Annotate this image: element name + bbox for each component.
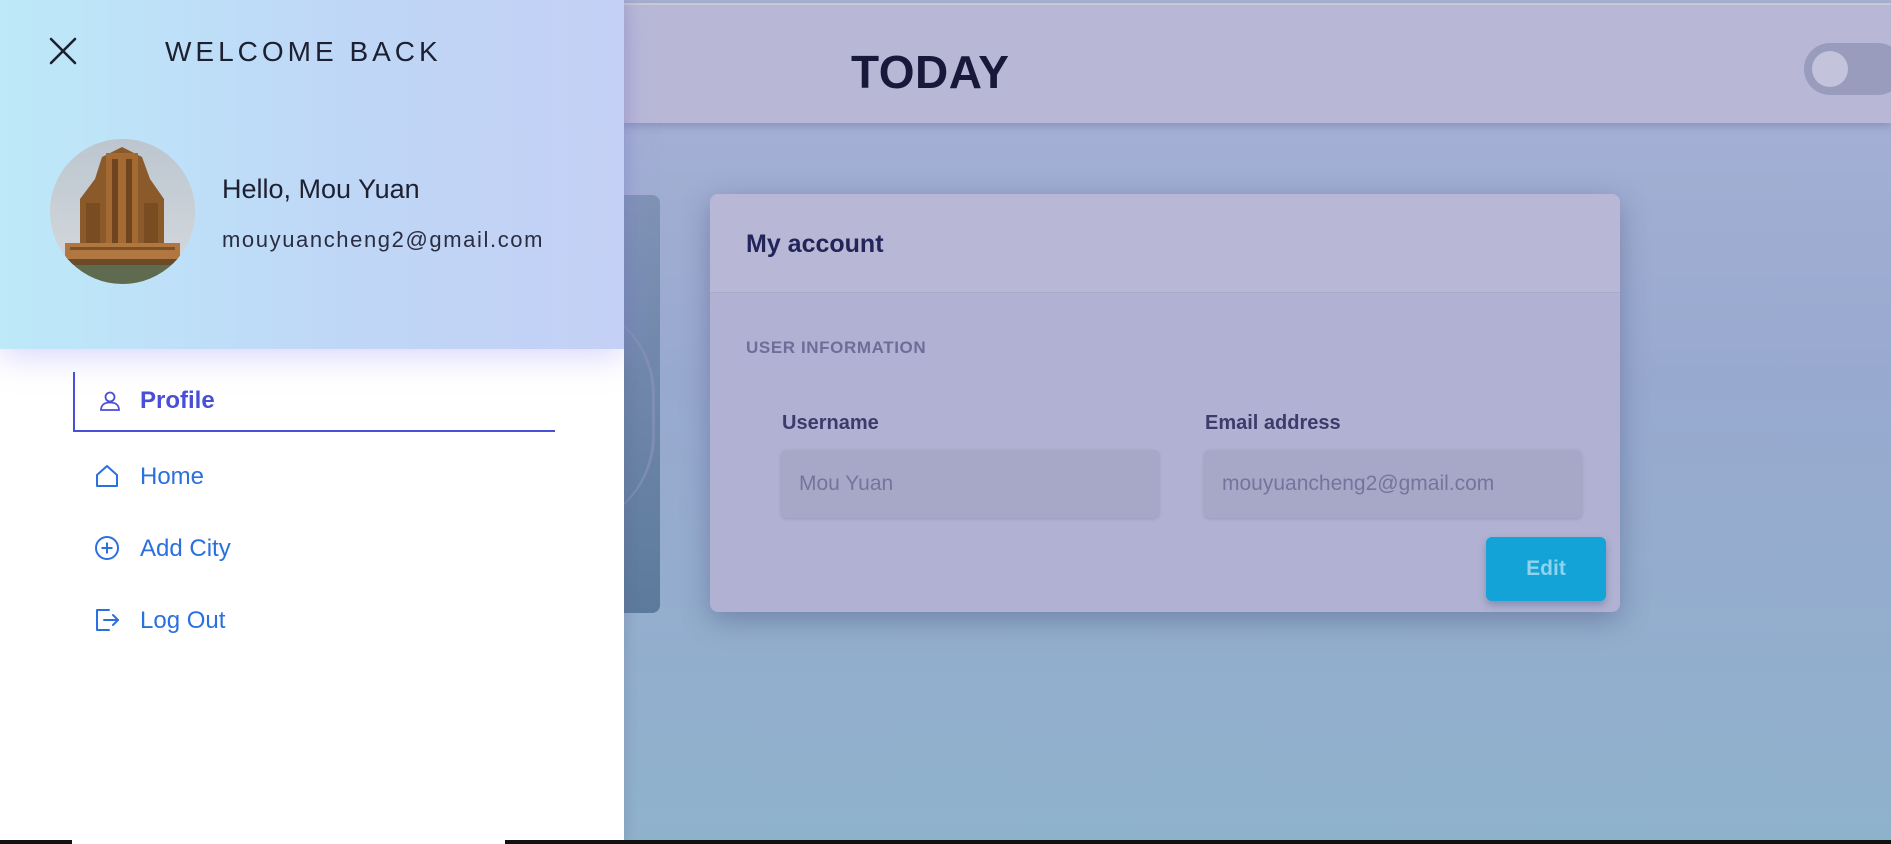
close-icon[interactable] <box>46 34 80 68</box>
nav-label-add-city: Add City <box>140 535 231 562</box>
greeting-text: Hello, Mou Yuan <box>222 174 420 204</box>
theme-toggle[interactable] <box>1804 43 1891 95</box>
window-edge <box>505 840 1891 844</box>
nav-label-log-out: Log Out <box>140 607 226 634</box>
toggle-knob <box>1812 51 1848 87</box>
nav-item-profile[interactable]: Profile <box>73 372 555 432</box>
add-circle-icon <box>94 535 122 563</box>
avatar <box>50 139 195 284</box>
email-label: Email address <box>1205 412 1341 434</box>
user-email: mouyuancheng2@gmail.com <box>222 227 545 252</box>
user-information-label: USER INFORMATION <box>746 338 927 357</box>
window-edge <box>0 840 72 844</box>
nav-label-profile: Profile <box>140 387 215 414</box>
home-icon <box>94 463 122 491</box>
page-title: TODAY <box>851 46 1010 98</box>
logout-icon <box>94 607 122 635</box>
nav-item-add-city[interactable]: Add City <box>73 520 553 578</box>
nav-label-home: Home <box>140 463 205 490</box>
nav-item-home[interactable]: Home <box>73 448 553 506</box>
edit-button[interactable]: Edit <box>1486 537 1606 601</box>
user-icon <box>99 390 121 412</box>
account-card-header: My account <box>710 194 1620 293</box>
email-field[interactable]: mouyuancheng2@gmail.com <box>1204 450 1582 518</box>
account-card: My account USER INFORMATION Username Mou… <box>710 194 1620 612</box>
drawer-title: WELCOME BACK <box>165 36 442 67</box>
username-field[interactable]: Mou Yuan <box>781 450 1159 518</box>
drawer-header: WELCOME BACK Hello, Mou Yuan mouyuanchen… <box>0 0 624 349</box>
nav-item-log-out[interactable]: Log Out <box>73 592 553 650</box>
navigation-drawer: WELCOME BACK Hello, Mou Yuan mouyuanchen… <box>0 0 624 844</box>
username-label: Username <box>782 412 879 434</box>
account-card-title: My account <box>746 230 884 258</box>
